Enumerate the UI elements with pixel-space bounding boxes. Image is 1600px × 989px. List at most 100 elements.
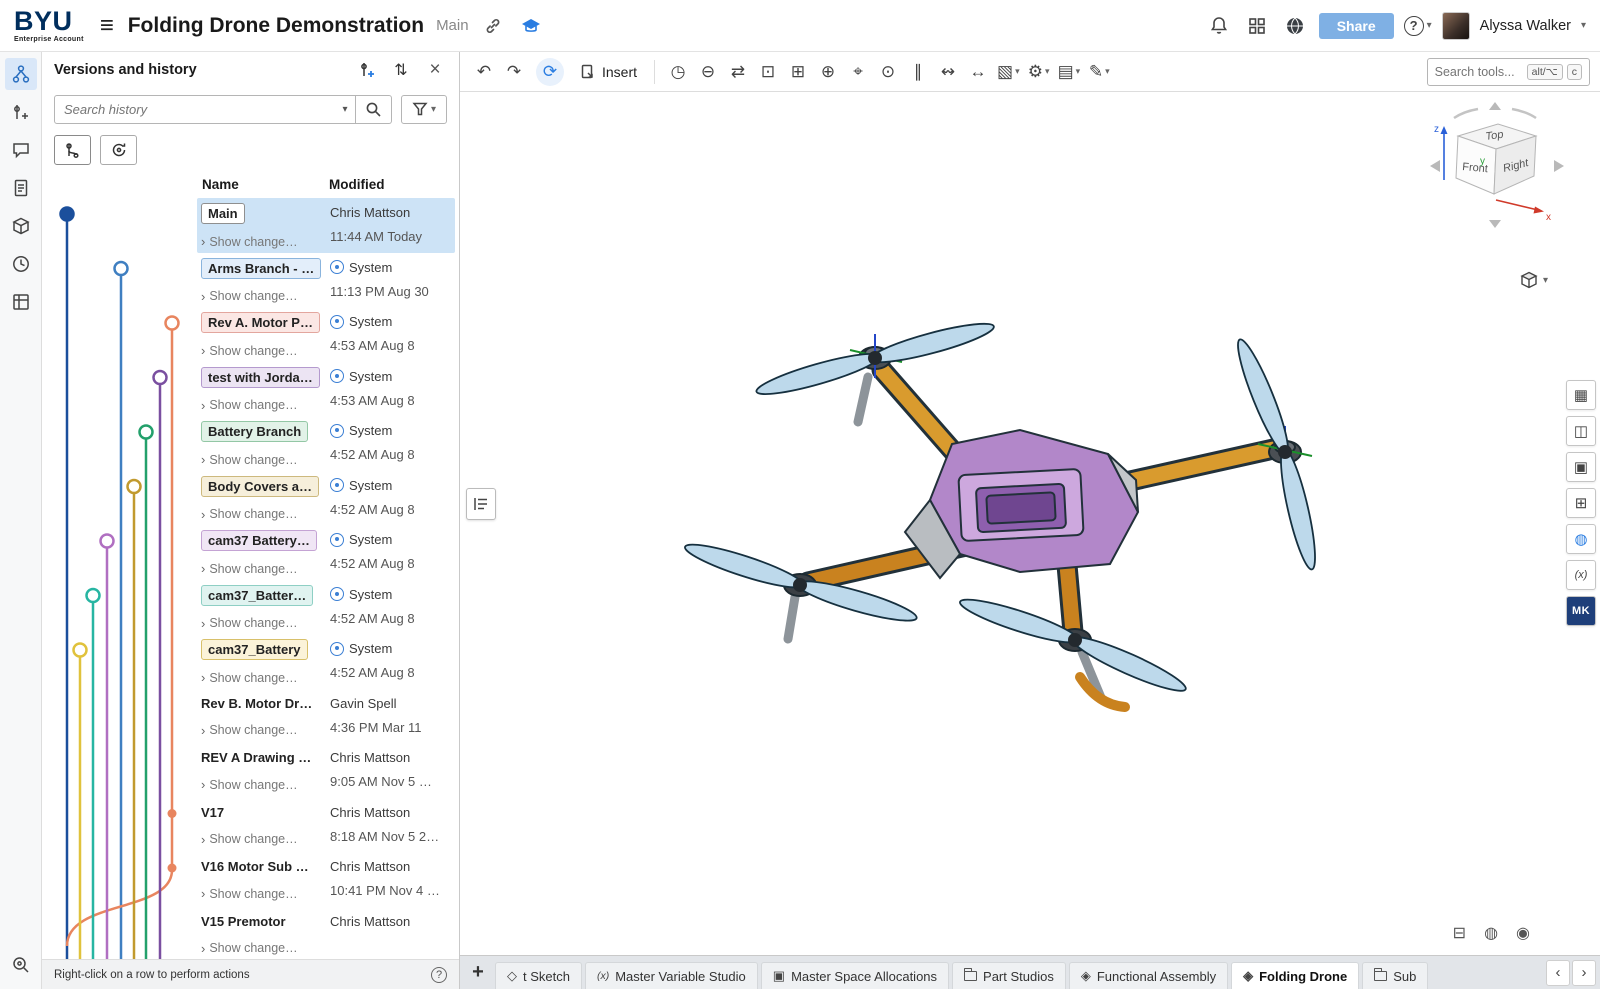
- learning-center-icon[interactable]: [517, 12, 545, 40]
- close-icon[interactable]: ×: [423, 58, 447, 82]
- ball-mate-icon[interactable]: ⊕: [814, 57, 842, 87]
- comments-icon[interactable]: [5, 134, 37, 166]
- apps-grid-icon[interactable]: [1243, 12, 1271, 40]
- show-changes-toggle[interactable]: › Show change…: [201, 670, 324, 685]
- search-dropdown-chevron-icon[interactable]: ▾: [335, 104, 355, 115]
- version-row[interactable]: Body Covers a… › Show change… System 4:5…: [42, 471, 455, 526]
- cylindrical-mate-icon[interactable]: ⊖: [694, 57, 722, 87]
- scroll-tabs-right-icon[interactable]: ›: [1572, 960, 1596, 986]
- insert-button[interactable]: Insert: [572, 64, 645, 80]
- undo-icon[interactable]: ↶: [470, 57, 498, 87]
- version-row[interactable]: V16 Motor Sub … › Show change… Chris Mat…: [42, 852, 455, 907]
- avatar[interactable]: [1442, 12, 1470, 40]
- version-row[interactable]: V15 Premotor › Show change… Chris Mattso…: [42, 907, 455, 960]
- slider-mate-icon[interactable]: ⇄: [724, 57, 752, 87]
- printer-icon[interactable]: ⊟: [1453, 923, 1466, 943]
- annotation-icon[interactable]: ✎▾: [1085, 57, 1113, 87]
- document-tab[interactable]: Sub: [1362, 962, 1428, 989]
- version-row[interactable]: cam37_Batter… › Show change… System 4:52…: [42, 580, 455, 635]
- show-changes-toggle[interactable]: › Show change…: [201, 234, 324, 249]
- isometric-view-button[interactable]: ▾: [1519, 270, 1548, 290]
- show-changes-toggle[interactable]: › Show change…: [201, 398, 324, 413]
- restructure-icon[interactable]: ⇅: [389, 58, 413, 82]
- version-row[interactable]: Arms Branch - … › Show change… System 11…: [42, 253, 455, 308]
- document-tab[interactable]: ◈ Folding Drone: [1231, 962, 1359, 989]
- version-row[interactable]: V17 › Show change… Chris Mattson 8:18 AM…: [42, 798, 455, 853]
- search-preview-icon[interactable]: [5, 949, 37, 981]
- variable-studio-icon[interactable]: (x): [1566, 560, 1596, 590]
- render-studio-icon[interactable]: ◍: [1566, 524, 1596, 554]
- version-row[interactable]: Rev A. Motor P… › Show change… System 4:…: [42, 307, 455, 362]
- main-menu-icon[interactable]: ≡: [96, 12, 118, 40]
- document-tab[interactable]: (x) Master Variable Studio: [585, 962, 758, 989]
- user-menu-chevron-icon[interactable]: ▾: [1581, 20, 1586, 31]
- document-notes-icon[interactable]: [5, 172, 37, 204]
- fastened-mate-icon[interactable]: ⊞: [784, 57, 812, 87]
- copy-link-icon[interactable]: [479, 12, 507, 40]
- properties-table-icon[interactable]: [5, 286, 37, 318]
- workspace-name[interactable]: Main: [436, 17, 469, 34]
- help-menu-button[interactable]: ? ▾: [1404, 16, 1432, 36]
- show-changes-toggle[interactable]: › Show change…: [201, 343, 324, 358]
- timeline-view-toggle[interactable]: [100, 135, 137, 165]
- globe-icon[interactable]: ◍: [1484, 923, 1498, 943]
- search-tools-input[interactable]: [1435, 65, 1523, 79]
- scroll-tabs-left-icon[interactable]: ‹: [1546, 960, 1570, 986]
- document-tab[interactable]: ◈ Functional Assembly: [1069, 962, 1228, 989]
- show-changes-toggle[interactable]: › Show change…: [201, 507, 324, 522]
- create-version-icon[interactable]: [5, 96, 37, 128]
- bom-icon[interactable]: ◫: [1566, 416, 1596, 446]
- planar-mate-icon[interactable]: ⊡: [754, 57, 782, 87]
- explode-view-icon[interactable]: ↔: [964, 57, 992, 87]
- settings-gear-icon[interactable]: ⚙▾: [1025, 57, 1053, 87]
- version-row[interactable]: cam37 Battery… › Show change… System 4:5…: [42, 525, 455, 580]
- version-row[interactable]: Battery Branch › Show change… System 4:5…: [42, 416, 455, 471]
- footer-help-icon[interactable]: ?: [431, 967, 447, 983]
- document-tab[interactable]: Part Studios: [952, 962, 1066, 989]
- revolute-mate-icon[interactable]: ◷: [664, 57, 692, 87]
- features-list-toggle[interactable]: [466, 488, 496, 520]
- history-clock-icon[interactable]: [5, 248, 37, 280]
- document-tab[interactable]: ◇ t Sketch: [495, 962, 582, 989]
- show-changes-toggle[interactable]: › Show change…: [201, 723, 324, 738]
- pattern-icon[interactable]: ▧▾: [994, 57, 1023, 87]
- version-row[interactable]: cam37_Battery › Show change… System 4:52…: [42, 634, 455, 689]
- tangent-mate-icon[interactable]: ⊙: [874, 57, 902, 87]
- custom-tables-icon[interactable]: ▦: [1566, 380, 1596, 410]
- add-tab-icon[interactable]: +: [464, 960, 492, 986]
- search-icon[interactable]: [356, 95, 392, 124]
- create-version-icon[interactable]: [355, 58, 379, 82]
- show-changes-toggle[interactable]: › Show change…: [201, 289, 324, 304]
- globe-icon[interactable]: [1281, 12, 1309, 40]
- notifications-bell-icon[interactable]: [1205, 12, 1233, 40]
- history-search-input[interactable]: [55, 102, 335, 117]
- version-row[interactable]: Rev B. Motor Dr… › Show change… Gavin Sp…: [42, 689, 455, 744]
- version-row[interactable]: REV A Drawing … › Show change… Chris Mat…: [42, 743, 455, 798]
- show-changes-toggle[interactable]: › Show change…: [201, 886, 324, 901]
- snap-mode-icon[interactable]: ↭: [934, 57, 962, 87]
- show-changes-toggle[interactable]: › Show change…: [201, 616, 324, 631]
- parallel-mate-icon[interactable]: ∥: [904, 57, 932, 87]
- named-views-icon[interactable]: ▤▾: [1055, 57, 1084, 87]
- show-changes-toggle[interactable]: › Show change…: [201, 777, 324, 792]
- version-row[interactable]: test with Jorda… › Show change… System 4…: [42, 362, 455, 417]
- graph-view-toggle[interactable]: [54, 135, 91, 165]
- mk-app-icon[interactable]: MK: [1566, 596, 1596, 626]
- 3d-viewport[interactable]: Top Front Right z x y: [460, 92, 1600, 955]
- view-cube[interactable]: Top Front Right z x y: [1420, 102, 1570, 262]
- camera-icon[interactable]: ◉: [1516, 923, 1530, 943]
- properties-panel-icon[interactable]: ⊞: [1566, 488, 1596, 518]
- show-changes-toggle[interactable]: › Show change…: [201, 941, 324, 956]
- filter-icon[interactable]: ▾: [401, 95, 447, 124]
- byu-logo[interactable]: BYU Enterprise Account: [14, 8, 84, 43]
- document-tab[interactable]: ▣ Master Space Allocations: [761, 962, 949, 989]
- share-button[interactable]: Share: [1319, 13, 1394, 39]
- version-row[interactable]: Main › Show change… Chris Mattson 11:44 …: [42, 198, 455, 253]
- configurations-icon[interactable]: ▣: [1566, 452, 1596, 482]
- versions-history-icon[interactable]: [5, 58, 37, 90]
- show-changes-toggle[interactable]: › Show change…: [201, 561, 324, 576]
- update-sync-icon[interactable]: ⟳: [536, 58, 564, 86]
- mate-connector-icon[interactable]: ⌖: [844, 57, 872, 87]
- show-changes-toggle[interactable]: › Show change…: [201, 452, 324, 467]
- parts-assembly-icon[interactable]: [5, 210, 37, 242]
